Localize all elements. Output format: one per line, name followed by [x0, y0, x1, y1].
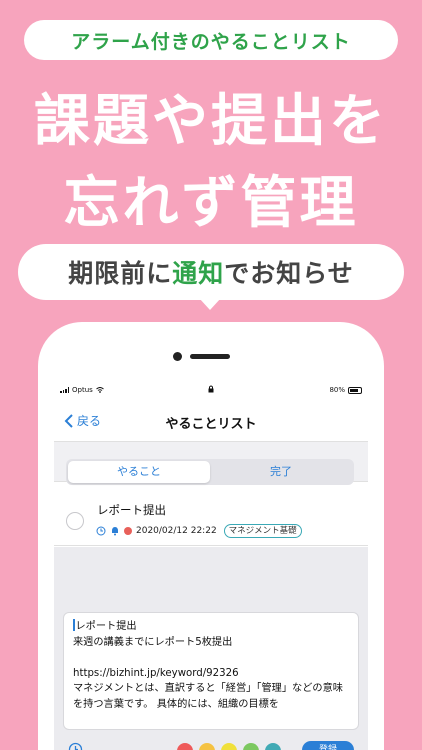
navigation-bar: 戻る やることリスト: [54, 400, 368, 442]
signal-icon: [60, 387, 69, 393]
bubble-text-post: でお知らせ: [224, 259, 354, 288]
battery-icon: [348, 386, 362, 394]
battery-percent: 80%: [329, 386, 345, 394]
color-red-swatch[interactable]: [177, 743, 193, 750]
feature-pill: アラーム付きのやることリスト: [24, 20, 398, 60]
save-button[interactable]: 登録: [302, 741, 354, 750]
status-bar: Optus 80%: [54, 382, 368, 400]
speech-bubble-tail: [199, 298, 221, 310]
speaker-grille: [190, 354, 230, 359]
memo-line-1: レポート提出: [75, 621, 137, 632]
task-meta: 2020/02/12 22:22 マネジメント基礎: [96, 524, 302, 538]
bubble-text-pre: 期限前に: [68, 259, 173, 288]
color-teal-swatch[interactable]: [265, 743, 281, 750]
headline-line-1: 課題や提出を: [34, 89, 388, 154]
lock-icon: [208, 385, 214, 393]
complete-checkbox[interactable]: [66, 512, 84, 530]
headline-line-2: 忘れず管理: [63, 171, 359, 236]
feature-pill-text: アラーム付きのやることリスト: [71, 30, 351, 53]
text-cursor: [73, 619, 75, 631]
color-picker: [177, 743, 281, 750]
color-green-swatch[interactable]: [243, 743, 259, 750]
bell-icon: [112, 527, 118, 536]
app-screen: Optus 80% 戻る やることリスト やること 完了 レポート提出 2020…: [54, 382, 368, 750]
carrier-info: Optus: [60, 386, 104, 394]
alarm-clock-icon[interactable]: [68, 742, 83, 750]
segment-area: やること 完了: [54, 442, 368, 485]
page-title: やることリスト: [165, 417, 257, 432]
memo-line-5: マネジメントとは、直訳すると「経営」「管理」などの意味を持つ言葉です。 具体的に…: [73, 683, 343, 710]
tab-todo[interactable]: やること: [68, 461, 210, 483]
speech-bubble: 期限前に 通知 でお知らせ: [18, 244, 404, 300]
task-title: レポート提出: [97, 503, 166, 517]
editor-toolbar: 登録: [54, 738, 368, 750]
segmented-control: やること 完了: [66, 459, 354, 485]
task-due-date: 2020/02/12 22:22: [136, 526, 217, 536]
color-yellow-swatch[interactable]: [221, 743, 237, 750]
battery-indicator: 80%: [329, 386, 362, 394]
subject-tag: マネジメント基礎: [223, 524, 302, 538]
memo-line-3: [73, 650, 349, 666]
memo-textarea[interactable]: レポート提出 来週の講義までにレポート5枚提出 https://bizhint.…: [63, 612, 359, 730]
tab-completed[interactable]: 完了: [210, 461, 352, 483]
priority-dot: [124, 527, 132, 535]
color-orange-swatch[interactable]: [199, 743, 215, 750]
task-row[interactable]: レポート提出 2020/02/12 22:22 マネジメント基礎: [54, 492, 368, 546]
list-empty-area: [54, 547, 368, 613]
carrier-name: Optus: [72, 386, 93, 394]
memo-line-4: https://bizhint.jp/keyword/92326: [73, 667, 239, 679]
wifi-icon: [95, 387, 104, 393]
camera-icon: [173, 352, 182, 361]
clock-icon: [96, 526, 106, 536]
bubble-text-accent: 通知: [172, 259, 225, 288]
memo-line-2: 来週の講義までにレポート5枚提出: [73, 636, 233, 648]
